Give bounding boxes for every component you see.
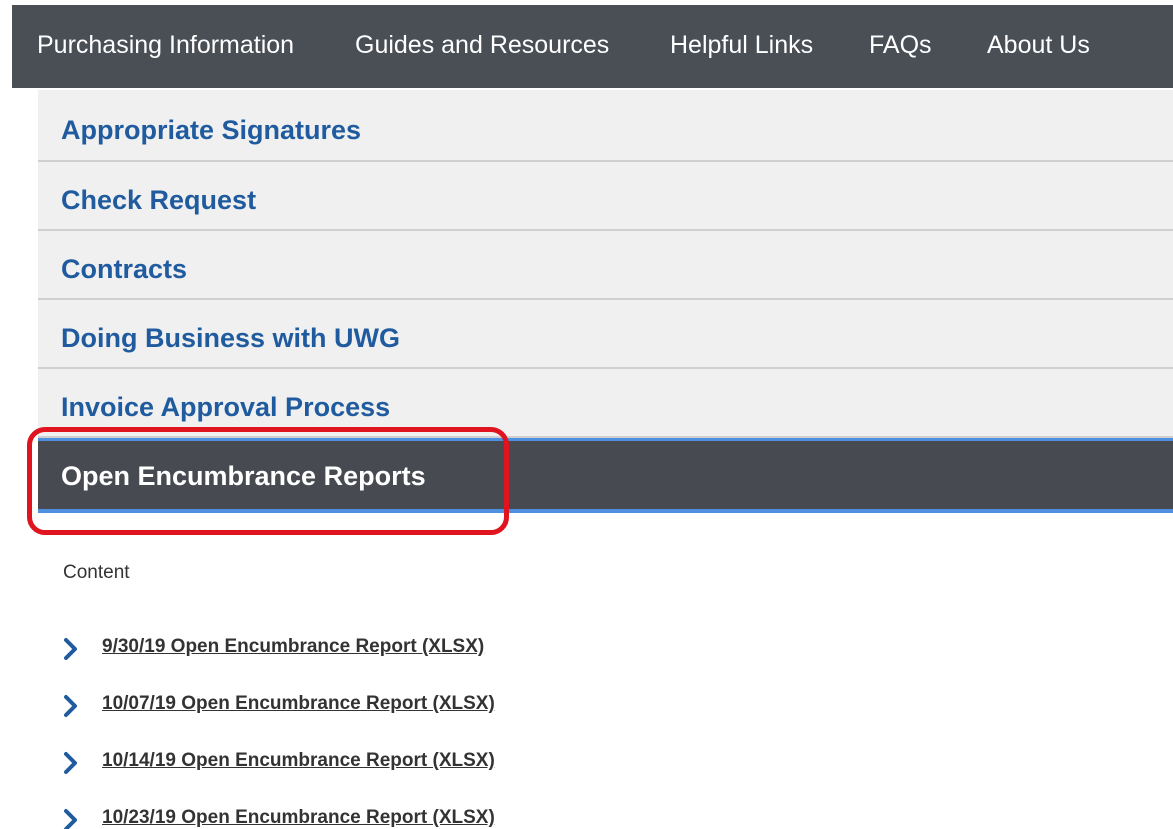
report-link-9-30-19[interactable]: 9/30/19 Open Encumbrance Report (XLSX) bbox=[102, 636, 484, 658]
accordion-item-label: Appropriate Signatures bbox=[61, 115, 362, 145]
chevron-right-icon bbox=[64, 695, 77, 717]
nav-item-helpful-links[interactable]: Helpful Links bbox=[670, 5, 813, 88]
accordion-item-label: Check Request bbox=[61, 185, 257, 215]
accordion-item-invoice-approval-process[interactable]: Invoice Approval Process bbox=[38, 369, 1173, 438]
accordion-item-label: Open Encumbrance Reports bbox=[61, 461, 426, 491]
nav-item-about-us[interactable]: About Us bbox=[987, 5, 1090, 88]
chevron-right-icon bbox=[64, 752, 77, 774]
content-heading: Content bbox=[63, 562, 130, 583]
nav-item-faqs[interactable]: FAQs bbox=[869, 5, 932, 88]
report-link-10-07-19[interactable]: 10/07/19 Open Encumbrance Report (XLSX) bbox=[102, 693, 495, 715]
nav-item-guides-and-resources[interactable]: Guides and Resources bbox=[355, 5, 609, 88]
chevron-right-icon bbox=[64, 809, 77, 829]
accordion-item-label: Invoice Approval Process bbox=[61, 392, 391, 422]
accordion-item-contracts[interactable]: Contracts bbox=[38, 231, 1173, 300]
accordion-menu: Appropriate Signatures Check Request Con… bbox=[38, 90, 1173, 513]
accordion-item-label: Doing Business with UWG bbox=[61, 323, 401, 353]
chevron-right-icon bbox=[64, 638, 77, 660]
accordion-item-appropriate-signatures[interactable]: Appropriate Signatures bbox=[38, 90, 1173, 162]
page: Purchasing Information Guides and Resour… bbox=[0, 0, 1173, 829]
accordion-item-open-encumbrance-reports[interactable]: Open Encumbrance Reports bbox=[38, 438, 1173, 513]
report-link-10-23-19[interactable]: 10/23/19 Open Encumbrance Report (XLSX) bbox=[102, 807, 495, 829]
report-link-10-14-19[interactable]: 10/14/19 Open Encumbrance Report (XLSX) bbox=[102, 750, 495, 772]
nav-item-purchasing-information[interactable]: Purchasing Information bbox=[37, 5, 294, 88]
top-navigation-bar: Purchasing Information Guides and Resour… bbox=[12, 5, 1173, 88]
accordion-item-check-request[interactable]: Check Request bbox=[38, 162, 1173, 231]
accordion-item-doing-business-with-uwg[interactable]: Doing Business with UWG bbox=[38, 300, 1173, 369]
accordion-item-label: Contracts bbox=[61, 254, 188, 284]
